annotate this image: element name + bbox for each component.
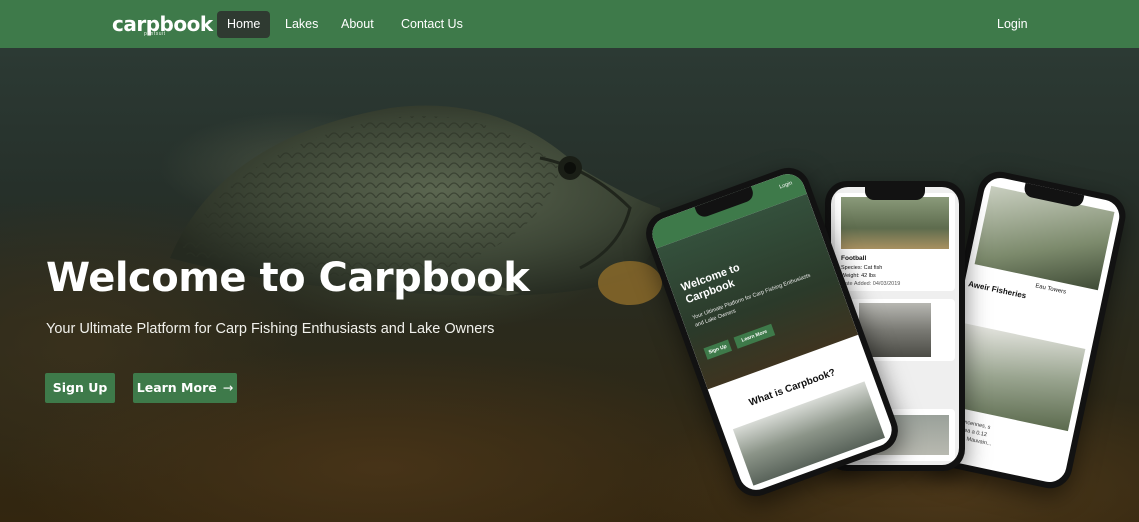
brand-tagline: pantsuit: [144, 31, 166, 37]
signup-button-label: Sign Up: [52, 380, 108, 395]
signup-button[interactable]: Sign Up: [45, 373, 115, 403]
learn-more-button[interactable]: Learn More →: [133, 373, 237, 403]
mini-signup-button: Sign Up: [703, 339, 733, 360]
catch-title: Football: [841, 255, 867, 262]
lake-photo-2: [944, 322, 1086, 432]
catch-species: Species: Cat fish: [841, 265, 883, 271]
nav-home[interactable]: Home: [217, 11, 271, 38]
nav-contact-us[interactable]: Contact Us: [391, 11, 473, 38]
lake-location: Eau Towers: [1034, 283, 1067, 296]
catch-photo: [841, 197, 949, 249]
nav-login[interactable]: Login: [987, 11, 1038, 38]
phone-notch: [865, 187, 925, 200]
mini-learn-button: Learn More: [733, 323, 776, 349]
arrow-right-icon: →: [222, 380, 234, 395]
top-navbar: carpbook pantsuit Home Lakes About Conta…: [0, 0, 1139, 48]
hero-subtitle: Your Ultimate Platform for Carp Fishing …: [46, 321, 495, 337]
catch-card: Football Species: Cat fish Weight: 42 lb…: [835, 193, 955, 291]
catch-date: Date Added: 04/03/2019: [841, 281, 901, 287]
learn-more-button-label: Learn More: [136, 380, 217, 395]
lake-venue: Aweir Fisheries: [967, 279, 1028, 301]
nav-about[interactable]: About: [331, 11, 384, 38]
catch-weight: Weight: 42 lbs: [841, 273, 876, 279]
mini-login: Login: [778, 180, 794, 191]
hero-title: Welcome to Carpbook: [46, 255, 530, 301]
lake-photo: [974, 185, 1115, 291]
hero-section: Welcome to Carpbook Your Ultimate Platfo…: [0, 48, 1139, 522]
nav-lakes[interactable]: Lakes: [275, 11, 328, 38]
